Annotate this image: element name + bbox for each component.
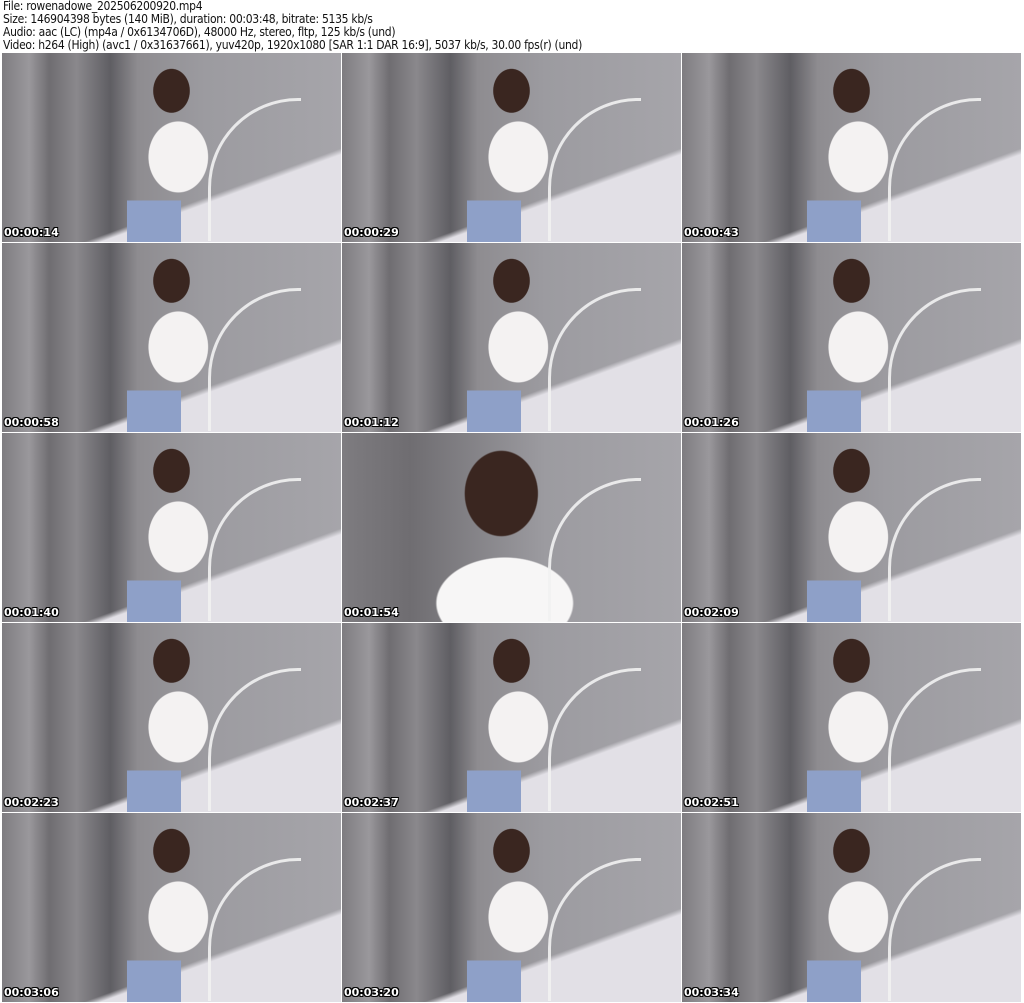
thumbnail-timestamp: 00:01:12 (344, 416, 399, 429)
lamp-decoration (888, 478, 981, 621)
video-thumbnail: 00:00:43 (682, 53, 1021, 242)
thumbnail-timestamp: 00:00:58 (4, 416, 59, 429)
lamp-decoration (208, 288, 301, 431)
thumbnail-timestamp: 00:01:40 (4, 606, 59, 619)
video-thumbnail: 00:00:58 (2, 243, 341, 432)
thumbnail-timestamp: 00:00:29 (344, 226, 399, 239)
thumbnail-timestamp: 00:01:54 (344, 606, 399, 619)
video-thumbnail: 00:03:34 (682, 813, 1021, 1002)
video-thumbnail: 00:00:14 (2, 53, 341, 242)
thumbnail-timestamp: 00:02:23 (4, 796, 59, 809)
video-info: Video: h264 (High) (avc1 / 0x31637661), … (3, 38, 582, 52)
thumbnail-timestamp: 00:03:34 (684, 986, 739, 999)
thumbnail-timestamp: 00:02:09 (684, 606, 739, 619)
lamp-decoration (548, 668, 641, 811)
lamp-decoration (888, 98, 981, 241)
video-thumbnail: 00:01:12 (342, 243, 681, 432)
lamp-decoration (888, 858, 981, 1001)
lamp-decoration (548, 478, 641, 621)
thumbnail-timestamp: 00:02:37 (344, 796, 399, 809)
thumbnail-timestamp: 00:01:26 (684, 416, 739, 429)
video-thumbnail: 00:02:09 (682, 433, 1021, 622)
lamp-decoration (548, 98, 641, 241)
video-thumbnail: 00:01:54 (342, 433, 681, 622)
file-info-header: File: rowenadowe_202506200920.mp4 Size: … (3, 0, 582, 52)
video-thumbnail: 00:01:40 (2, 433, 341, 622)
lamp-decoration (208, 858, 301, 1001)
lamp-decoration (208, 478, 301, 621)
video-thumbnail: 00:00:29 (342, 53, 681, 242)
thumbnail-timestamp: 00:03:06 (4, 986, 59, 999)
thumbnail-grid: 00:00:14 00:00:29 00:00:43 00:00:58 00:01:12… (2, 53, 1022, 1002)
video-thumbnail: 00:03:20 (342, 813, 681, 1002)
thumbnail-timestamp: 00:00:14 (4, 226, 59, 239)
video-thumbnail: 00:03:06 (2, 813, 341, 1002)
lamp-decoration (548, 288, 641, 431)
video-thumbnail: 00:02:51 (682, 623, 1021, 812)
thumbnail-timestamp: 00:02:51 (684, 796, 739, 809)
lamp-decoration (208, 668, 301, 811)
lamp-decoration (888, 668, 981, 811)
video-thumbnail: 00:01:26 (682, 243, 1021, 432)
lamp-decoration (208, 98, 301, 241)
video-thumbnail: 00:02:23 (2, 623, 341, 812)
lamp-decoration (888, 288, 981, 431)
video-thumbnail: 00:02:37 (342, 623, 681, 812)
thumbnail-timestamp: 00:03:20 (344, 986, 399, 999)
lamp-decoration (548, 858, 641, 1001)
thumbnail-timestamp: 00:00:43 (684, 226, 739, 239)
